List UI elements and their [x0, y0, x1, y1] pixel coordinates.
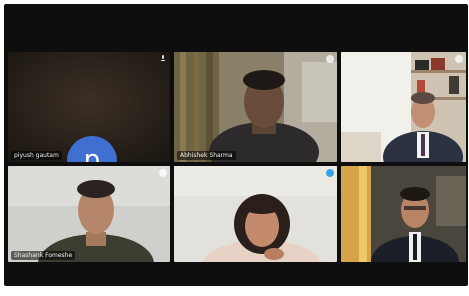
speaking-indicator-icon — [455, 55, 463, 63]
participant-video — [341, 52, 466, 162]
speaking-indicator-icon — [326, 169, 334, 177]
speaking-indicator-icon — [159, 169, 167, 177]
participant-name: Abhishek Sharma — [177, 151, 236, 160]
participant-tile-3[interactable] — [341, 52, 466, 162]
video-call-grid: p piyush gautam Abhishek Sharma Shashank… — [4, 4, 468, 286]
participant-video — [341, 166, 466, 262]
participant-tile-1[interactable]: p piyush gautam — [8, 52, 170, 162]
participant-tile-4[interactable]: Shashank Fomeshe — [8, 166, 170, 262]
screenshot-frame: p piyush gautam Abhishek Sharma Shashank… — [0, 0, 469, 296]
participant-name: piyush gautam — [11, 151, 62, 160]
participant-tile-2[interactable]: Abhishek Sharma — [174, 52, 337, 162]
participant-video — [8, 166, 170, 262]
speaking-indicator-icon — [326, 55, 334, 63]
participant-video — [174, 52, 337, 162]
participant-tile-6[interactable] — [341, 166, 466, 262]
participant-video — [174, 166, 337, 262]
participant-tile-5[interactable] — [174, 166, 337, 262]
mic-muted-icon — [161, 55, 165, 61]
participant-name: Shashank Fomeshe — [11, 251, 76, 260]
